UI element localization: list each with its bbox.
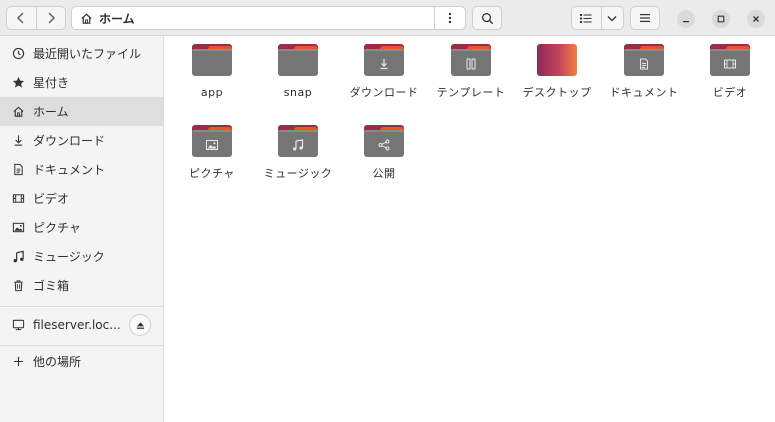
file-name: app	[200, 86, 224, 99]
desktop-folder-icon	[537, 44, 577, 76]
public-folder-icon	[364, 125, 404, 157]
vertical-dots-icon	[448, 12, 452, 24]
sidebar-item-recent[interactable]: 最近開いたファイル	[0, 39, 163, 68]
list-view-icon	[580, 13, 592, 23]
file-item-snap[interactable]: snap	[255, 36, 341, 101]
path-home-label: ホーム	[99, 11, 135, 26]
hamburger-menu-icon	[640, 14, 650, 22]
music-icon	[11, 250, 25, 264]
plus-icon	[11, 355, 25, 369]
templates-folder-icon	[451, 44, 491, 76]
minimize-icon	[683, 21, 689, 23]
sidebar-item-label: ダウンロード	[33, 134, 106, 148]
sidebar-item-videos[interactable]: ビデオ	[0, 184, 163, 213]
path-menu-button[interactable]	[434, 7, 465, 29]
clock-icon	[11, 47, 25, 61]
sidebar-separator	[0, 345, 163, 346]
sidebar-item-label: fileserver.loc...	[33, 317, 121, 332]
music-folder-icon	[278, 125, 318, 157]
file-name: ドキュメント	[609, 86, 679, 99]
file-name: ビデオ	[712, 86, 748, 99]
file-item-pictures[interactable]: ピクチャ	[169, 117, 255, 182]
sidebar-item-label: ドキュメント	[33, 163, 106, 177]
sidebar-item-label: ホーム	[33, 105, 69, 119]
file-item-desktop[interactable]: デスクトップ	[514, 36, 600, 101]
file-name: デスクトップ	[522, 86, 592, 99]
maximize-button[interactable]	[712, 10, 730, 28]
file-item-videos[interactable]: ビデオ	[687, 36, 773, 101]
close-icon	[753, 16, 759, 22]
file-name: ミュージック	[263, 167, 333, 180]
header-bar: ホーム	[0, 0, 775, 36]
sidebar-item-label: 他の場所	[33, 355, 82, 369]
sidebar-item-label: ビデオ	[33, 192, 70, 206]
sidebar-item-network-server[interactable]: fileserver.loc...	[0, 310, 163, 339]
file-item-documents[interactable]: ドキュメント	[601, 36, 687, 101]
file-name: 公開	[372, 167, 396, 180]
path-home-button[interactable]: ホーム	[80, 7, 135, 29]
home-icon	[11, 105, 25, 119]
path-bar[interactable]: ホーム	[71, 6, 466, 30]
sidebar-item-label: ミュージック	[33, 250, 105, 264]
close-button[interactable]	[747, 10, 765, 28]
chevron-right-icon	[48, 12, 55, 24]
video-icon	[11, 192, 25, 206]
sidebar-item-label: ピクチャ	[33, 221, 81, 235]
sidebar-item-documents[interactable]: ドキュメント	[0, 155, 163, 184]
main-menu-button[interactable]	[630, 6, 660, 30]
search-icon	[481, 12, 493, 24]
file-name: ピクチャ	[189, 167, 235, 180]
file-name: ダウンロード	[349, 86, 419, 99]
document-icon	[11, 163, 25, 177]
folder-icon	[192, 44, 232, 76]
sidebar-item-downloads[interactable]: ダウンロード	[0, 126, 163, 155]
file-item-public[interactable]: 公開	[341, 117, 427, 182]
file-item-downloads[interactable]: ダウンロード	[341, 36, 427, 101]
navigation-buttons	[6, 6, 66, 30]
sidebar-item-starred[interactable]: 星付き	[0, 68, 163, 97]
sidebar: 最近開いたファイル 星付き ホーム ダウンロード ドキュメント ビデオ ピクチャ…	[0, 36, 164, 422]
sidebar-item-home[interactable]: ホーム	[0, 97, 163, 126]
file-item-music[interactable]: ミュージック	[255, 117, 341, 182]
list-view-button[interactable]	[572, 7, 601, 29]
search-button[interactable]	[472, 6, 502, 30]
videos-folder-icon	[710, 44, 750, 76]
forward-button[interactable]	[35, 7, 66, 29]
file-name: snap	[283, 86, 313, 99]
sidebar-item-music[interactable]: ミュージック	[0, 242, 163, 271]
star-icon	[11, 76, 25, 90]
sidebar-item-other-locations[interactable]: 他の場所	[0, 347, 163, 376]
pictures-folder-icon	[192, 125, 232, 157]
sidebar-item-label: 最近開いたファイル	[33, 47, 142, 61]
eject-button[interactable]	[129, 314, 151, 336]
sidebar-item-pictures[interactable]: ピクチャ	[0, 213, 163, 242]
file-name: テンプレート	[436, 86, 506, 99]
file-item-templates[interactable]: テンプレート	[428, 36, 514, 101]
maximize-icon	[717, 15, 725, 23]
network-drive-icon	[11, 318, 25, 332]
sidebar-item-trash[interactable]: ゴミ箱	[0, 271, 163, 300]
picture-icon	[11, 221, 25, 235]
back-button[interactable]	[7, 7, 36, 29]
sidebar-item-label: 星付き	[33, 76, 70, 90]
home-icon	[81, 13, 92, 24]
folder-icon	[278, 44, 318, 76]
documents-folder-icon	[624, 44, 664, 76]
download-icon	[11, 134, 25, 148]
chevron-down-icon	[607, 15, 617, 21]
minimize-button[interactable]	[677, 10, 695, 28]
download-folder-icon	[364, 44, 404, 76]
chevron-left-icon	[17, 12, 24, 24]
eject-icon	[136, 321, 144, 329]
file-grid: app snap ダウンロード テンプレート デスクトップ ドキュメント ビデオ…	[165, 36, 775, 422]
sidebar-separator	[0, 306, 163, 307]
sidebar-item-label: ゴミ箱	[33, 279, 70, 293]
view-toggle-group	[571, 6, 624, 30]
trash-icon	[11, 279, 25, 293]
file-item-app[interactable]: app	[169, 36, 255, 101]
view-options-button[interactable]	[600, 7, 623, 29]
